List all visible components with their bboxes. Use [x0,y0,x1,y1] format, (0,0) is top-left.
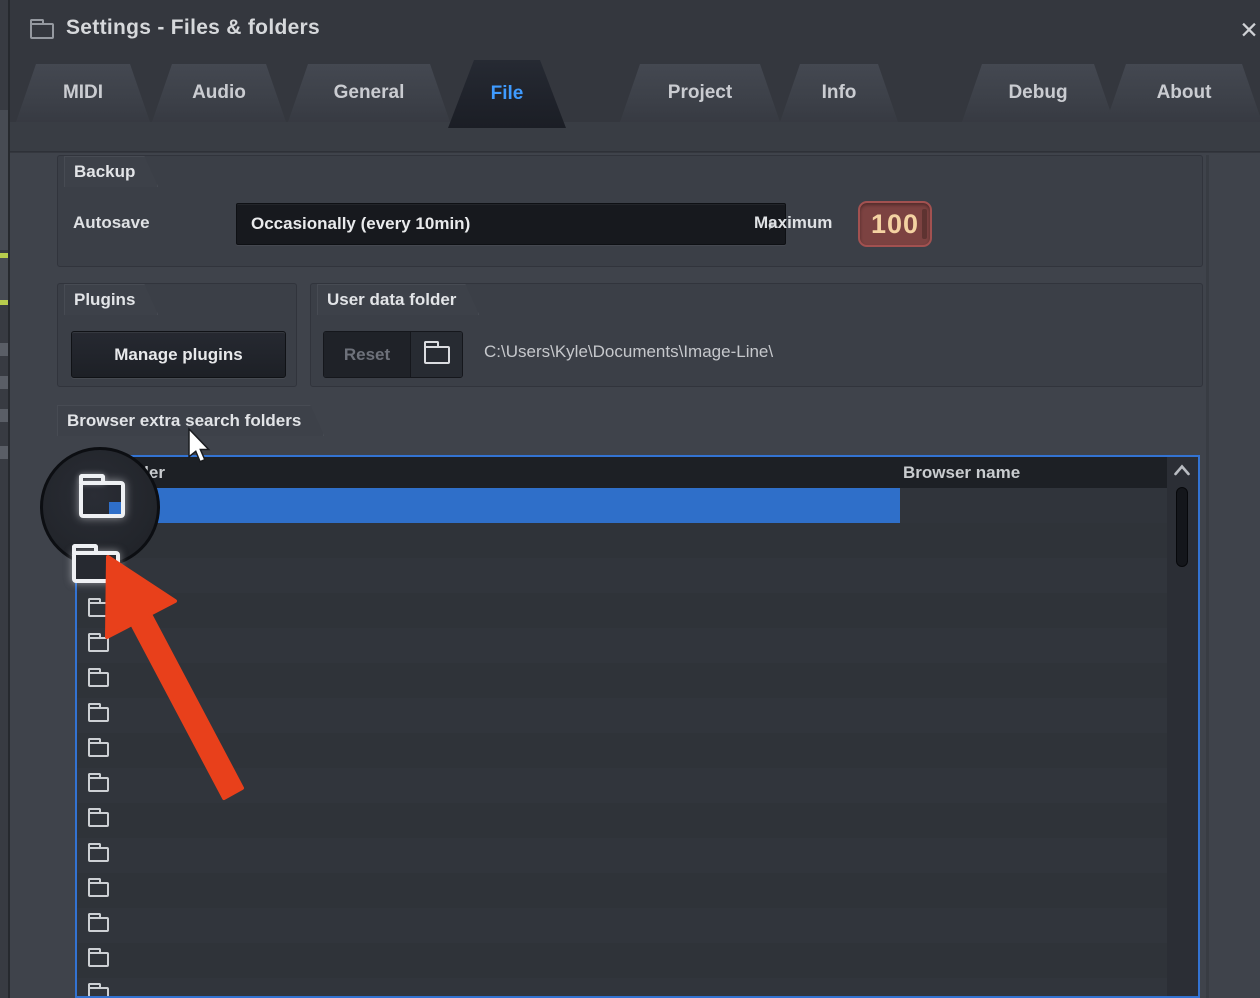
stepper-spin-handle[interactable] [922,209,927,239]
user-data-reset-group: Reset [323,331,463,378]
folder-icon [88,917,109,932]
manage-plugins-label: Manage plugins [114,345,242,365]
folder-icon [88,707,109,722]
titlebar: Settings - Files & folders ✕ [10,0,1260,56]
tab-label: Debug [1008,82,1067,104]
user-data-path: C:\Users\Kyle\Documents\Image-Line\ [484,342,773,362]
tab-label: Info [822,82,857,104]
tab-debug[interactable]: Debug [962,64,1114,122]
strip-segment [0,258,8,300]
maximum-label: Maximum [754,213,832,233]
browser-folders-label-text: Browser extra search folders [67,411,301,430]
magnified-folder-icon [79,481,125,518]
tab-audio[interactable]: Audio [152,64,286,122]
backup-label-text: Backup [74,162,135,181]
tab-label: About [1157,82,1212,104]
folder-icon [424,346,450,364]
table-row[interactable] [77,873,1167,908]
backup-panel: Backup Autosave Occasionally (every 10mi… [57,155,1203,267]
close-icon[interactable]: ✕ [1232,14,1260,46]
tab-label: General [334,82,405,104]
tab-underband [0,122,1260,152]
table-row[interactable] [77,698,1167,733]
tab-midi[interactable]: MIDI [16,64,150,122]
reset-button[interactable]: Reset [324,332,410,377]
folder-icon [88,847,109,862]
folder-icon [88,672,109,687]
table-row[interactable] [77,733,1167,768]
tab-general[interactable]: General [288,64,450,122]
autosave-dropdown-value: Occasionally (every 10min) [251,214,470,234]
strip-green-notch [0,300,8,305]
chevron-up-icon[interactable] [1173,463,1191,477]
strip-notch [0,343,8,356]
folder-icon [88,987,109,998]
plugins-section-label: Plugins [64,284,158,315]
tab-info[interactable]: Info [780,64,898,122]
table-row[interactable] [77,768,1167,803]
table-row[interactable] [77,978,1167,998]
user-data-section-label: User data folder [317,284,479,315]
table-row[interactable] [77,943,1167,978]
strip-notch [0,409,8,422]
tab-label: Audio [192,82,246,104]
plugins-panel: Plugins Manage plugins [57,283,297,387]
folder-icon [88,777,109,792]
settings-folder-icon [30,23,54,39]
folder-icon [88,882,109,897]
scrollbar-thumb[interactable] [1176,487,1188,567]
table-row[interactable] [77,593,1167,628]
maximum-value-stepper[interactable]: 100 [858,201,932,247]
table-row[interactable] [77,803,1167,838]
tab-label: MIDI [63,82,103,104]
strip-notch [0,446,8,459]
folder-zoom-bubble [40,447,160,567]
panel-groove-line [1206,155,1209,998]
table-row[interactable] [77,628,1167,663]
tab-about[interactable]: About [1106,64,1260,122]
table-row[interactable] [77,838,1167,873]
tab-label: File [491,83,524,105]
scrollbar[interactable] [1167,457,1198,998]
table-row[interactable] [77,663,1167,698]
column-header-browser-name: Browser name [903,463,1020,483]
maximum-value: 100 [871,209,919,240]
strip-segment [0,110,8,250]
autosave-label: Autosave [73,213,150,233]
backup-section-label: Backup [64,156,158,187]
folder-icon [88,952,109,967]
tab-label: Project [668,82,732,104]
background-app-strip [0,0,10,998]
strip-notch [0,376,8,389]
tab-project[interactable]: Project [620,64,780,122]
plugins-label-text: Plugins [74,290,135,309]
browse-folder-button[interactable] [410,332,462,377]
browser-folders-section-label: Browser extra search folders [57,405,324,436]
folder-icon [88,637,109,652]
browser-folders-table: Folder Browser name [75,455,1200,998]
autosave-dropdown[interactable]: Occasionally (every 10min) [236,203,786,245]
manage-plugins-button[interactable]: Manage plugins [71,331,286,378]
user-data-folder-panel: User data folder Reset C:\Users\Kyle\Doc… [310,283,1203,387]
table-header: Folder Browser name [77,457,1167,488]
table-row[interactable] [77,558,1167,593]
table-row[interactable] [77,908,1167,943]
magnified-folder-icon-partial [72,551,120,583]
table-row[interactable] [77,523,1167,558]
reset-label: Reset [344,345,390,365]
folder-icon [88,812,109,827]
folder-icon [88,602,109,617]
user-data-label-text: User data folder [327,290,456,309]
window-title: Settings - Files & folders [66,16,320,40]
table-row-selected[interactable] [77,488,900,523]
folder-icon [88,742,109,757]
